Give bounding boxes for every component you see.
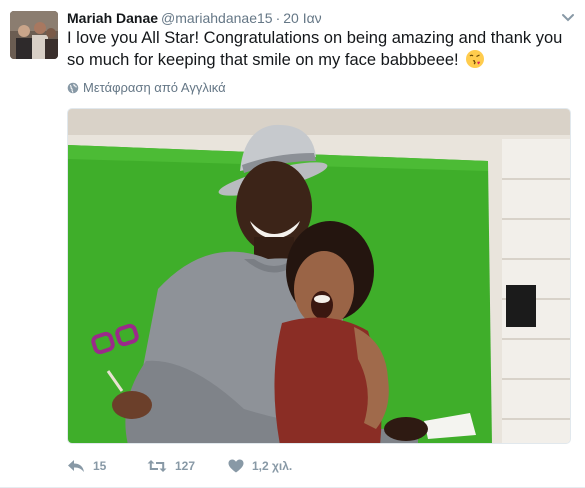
retweet-icon: [147, 459, 167, 473]
reply-button[interactable]: 15: [67, 459, 147, 473]
header-separator: ·: [275, 10, 281, 26]
tweet-actions: 15 127 1,2 χιλ.: [67, 456, 318, 476]
like-count: 1,2 χιλ.: [252, 459, 293, 473]
like-button[interactable]: 1,2 χιλ.: [228, 459, 318, 473]
translate-link[interactable]: Μετάφραση από Αγγλικά: [67, 80, 226, 96]
retweet-button[interactable]: 127: [147, 459, 228, 473]
tweet-text: I love you All Star! Congratulations on …: [67, 27, 577, 71]
tweet-card[interactable]: Mariah Danae @mariahdanae15 · 20 Ιαν I love…: [0, 0, 585, 488]
tweet-photo[interactable]: [67, 108, 571, 444]
reply-count: 15: [93, 459, 107, 473]
author-name[interactable]: Mariah Danae: [67, 10, 158, 26]
chevron-down-icon[interactable]: [561, 11, 575, 23]
tweet-text-body: I love you All Star! Congratulations on …: [67, 29, 563, 69]
globe-icon: [67, 82, 79, 94]
author-handle[interactable]: @mariahdanae15: [161, 10, 273, 26]
tweet-timestamp[interactable]: 20 Ιαν: [283, 10, 321, 26]
reply-icon: [67, 459, 85, 473]
heart-icon: [228, 459, 244, 473]
face-throwing-kiss-emoji: [465, 49, 485, 69]
translate-label: Μετάφραση από Αγγλικά: [83, 80, 226, 95]
retweet-count: 127: [175, 459, 196, 473]
tweet-header: Mariah Danae @mariahdanae15 · 20 Ιαν: [67, 9, 322, 27]
avatar[interactable]: [10, 11, 58, 59]
